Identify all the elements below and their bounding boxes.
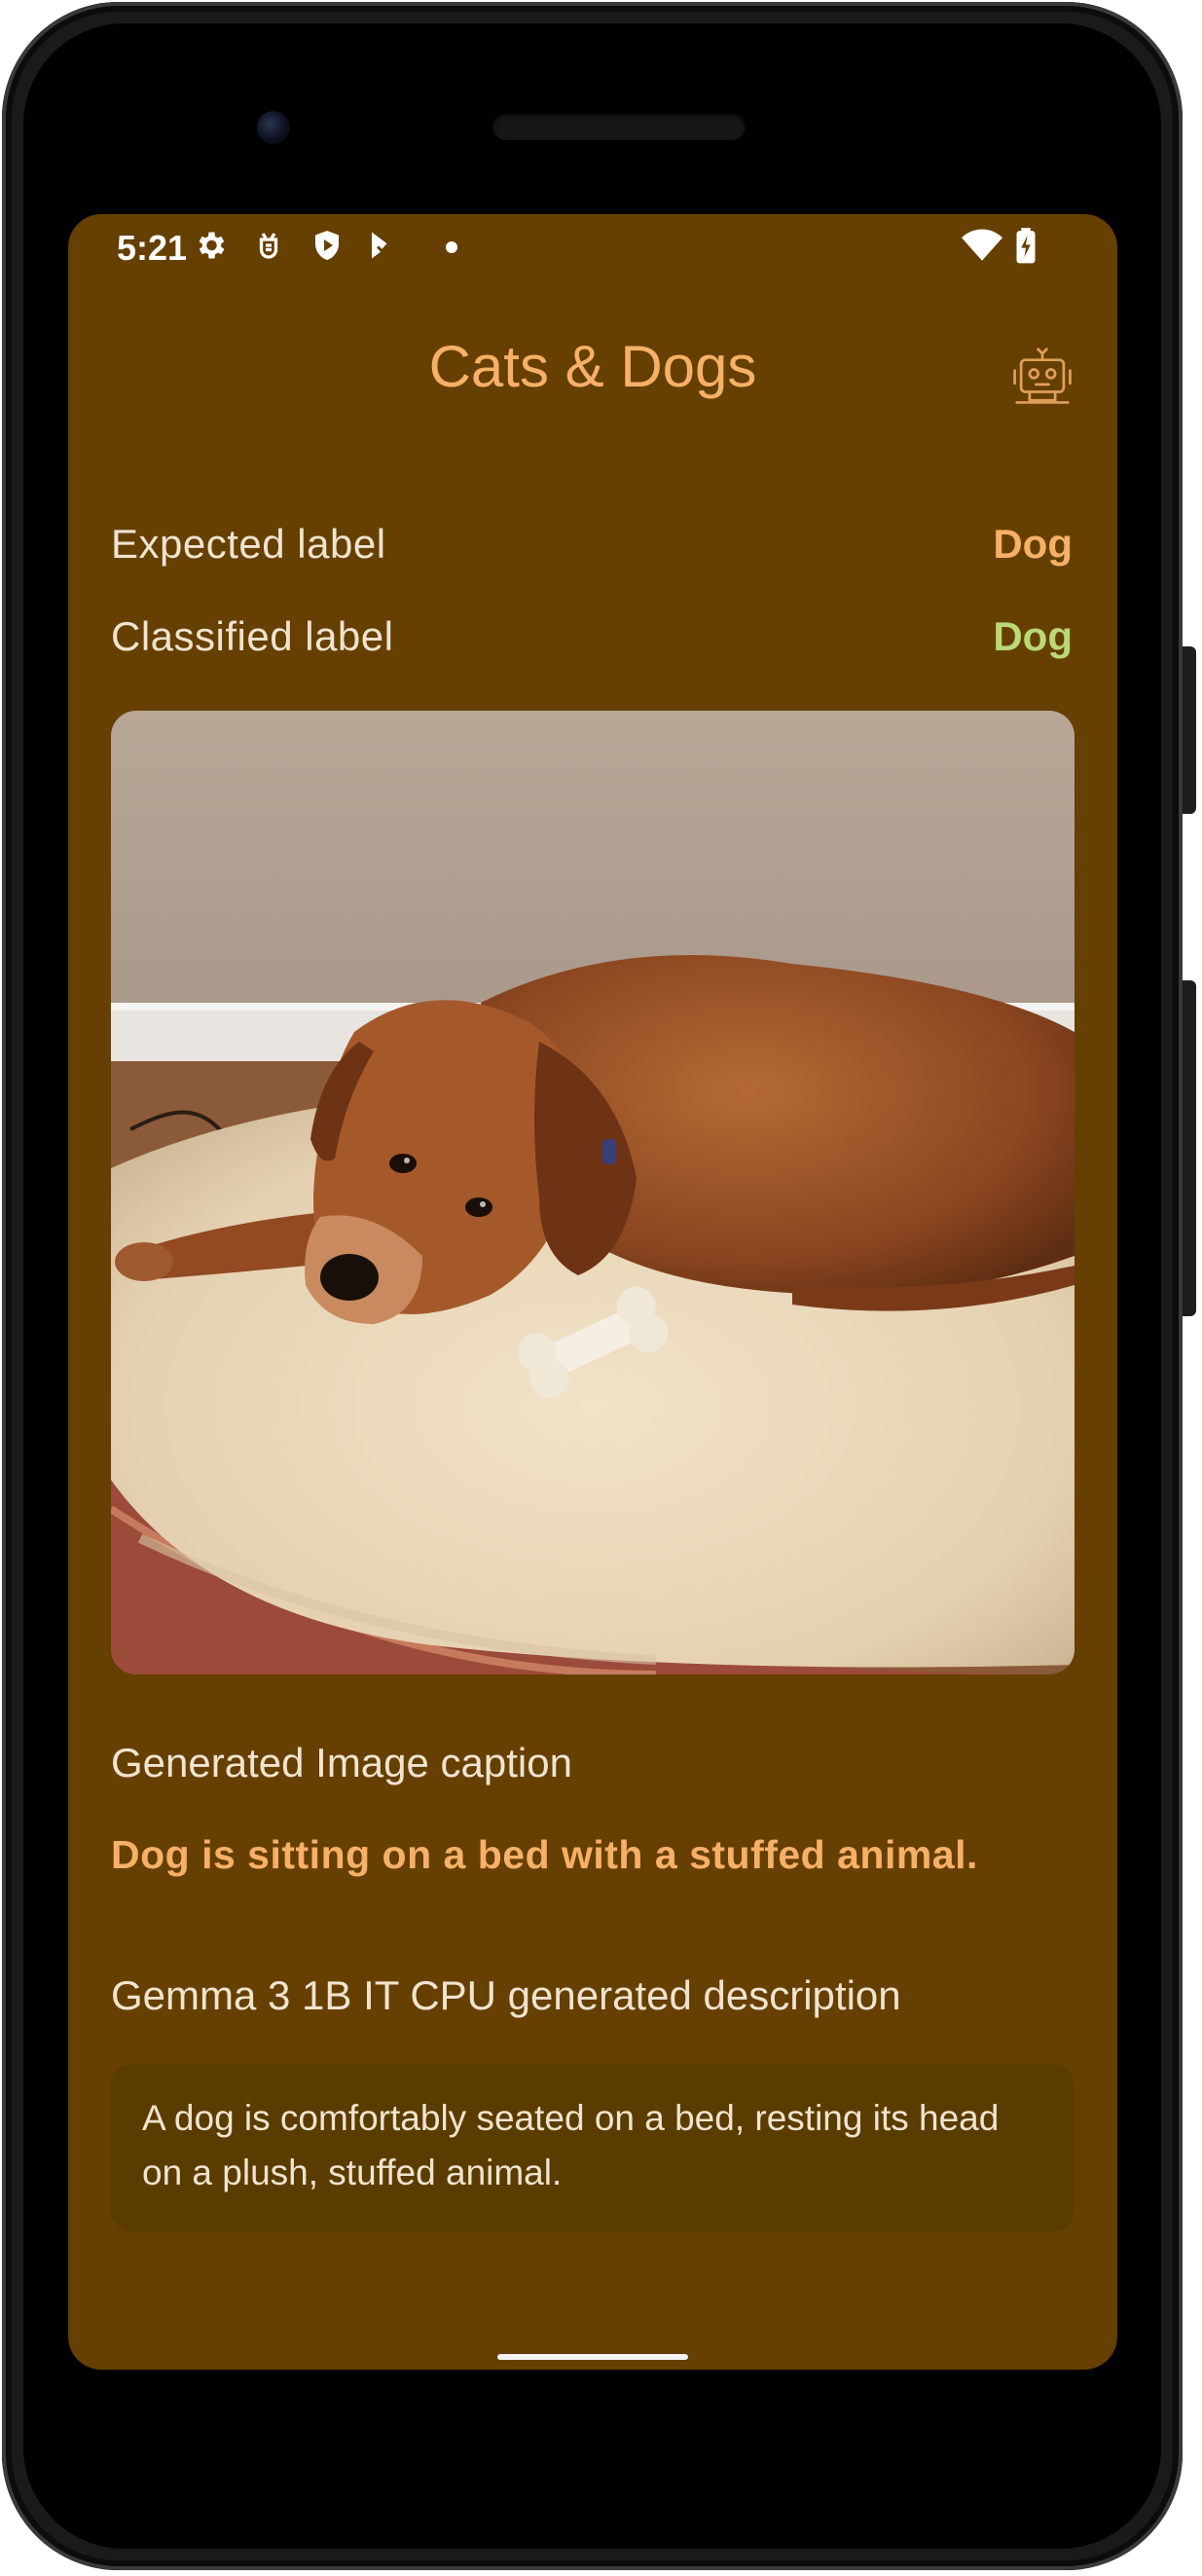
wifi-icon bbox=[962, 229, 1002, 261]
app-screen: 5:21 Cats & Dogs Expected label Dog Clas… bbox=[68, 214, 1117, 2370]
front-camera bbox=[257, 111, 290, 144]
status-time: 5:21 bbox=[117, 228, 188, 268]
volume-button bbox=[1183, 980, 1196, 1316]
description-card: A dog is comfortably seated on a bed, re… bbox=[111, 2064, 1075, 2231]
caption-text: Dog is sitting on a bed with a stuffed a… bbox=[111, 1832, 978, 1877]
dot-icon bbox=[446, 241, 457, 253]
description-text: A dog is comfortably seated on a bed, re… bbox=[142, 2098, 1000, 2192]
android-debug-icon bbox=[259, 233, 278, 259]
robot-icon[interactable] bbox=[1008, 341, 1076, 409]
earpiece-speaker bbox=[492, 113, 746, 140]
status-bar: 5:21 bbox=[68, 214, 1117, 276]
battery-charging-icon bbox=[1016, 228, 1036, 264]
gear-icon bbox=[199, 232, 225, 259]
shield-icon bbox=[315, 231, 339, 260]
classified-label: Classified label bbox=[111, 613, 394, 659]
app-title: Cats & Dogs bbox=[428, 334, 757, 399]
classified-value: Dog bbox=[993, 613, 1073, 659]
play-store-icon bbox=[372, 232, 394, 259]
expected-value: Dog bbox=[993, 521, 1073, 567]
description-header: Gemma 3 1B IT CPU generated description bbox=[111, 1972, 901, 2018]
home-indicator[interactable] bbox=[497, 2354, 688, 2360]
caption-header: Generated Image caption bbox=[111, 1740, 572, 1785]
dog-photo bbox=[111, 711, 1075, 1674]
power-button bbox=[1183, 646, 1196, 814]
expected-label: Expected label bbox=[111, 521, 386, 567]
